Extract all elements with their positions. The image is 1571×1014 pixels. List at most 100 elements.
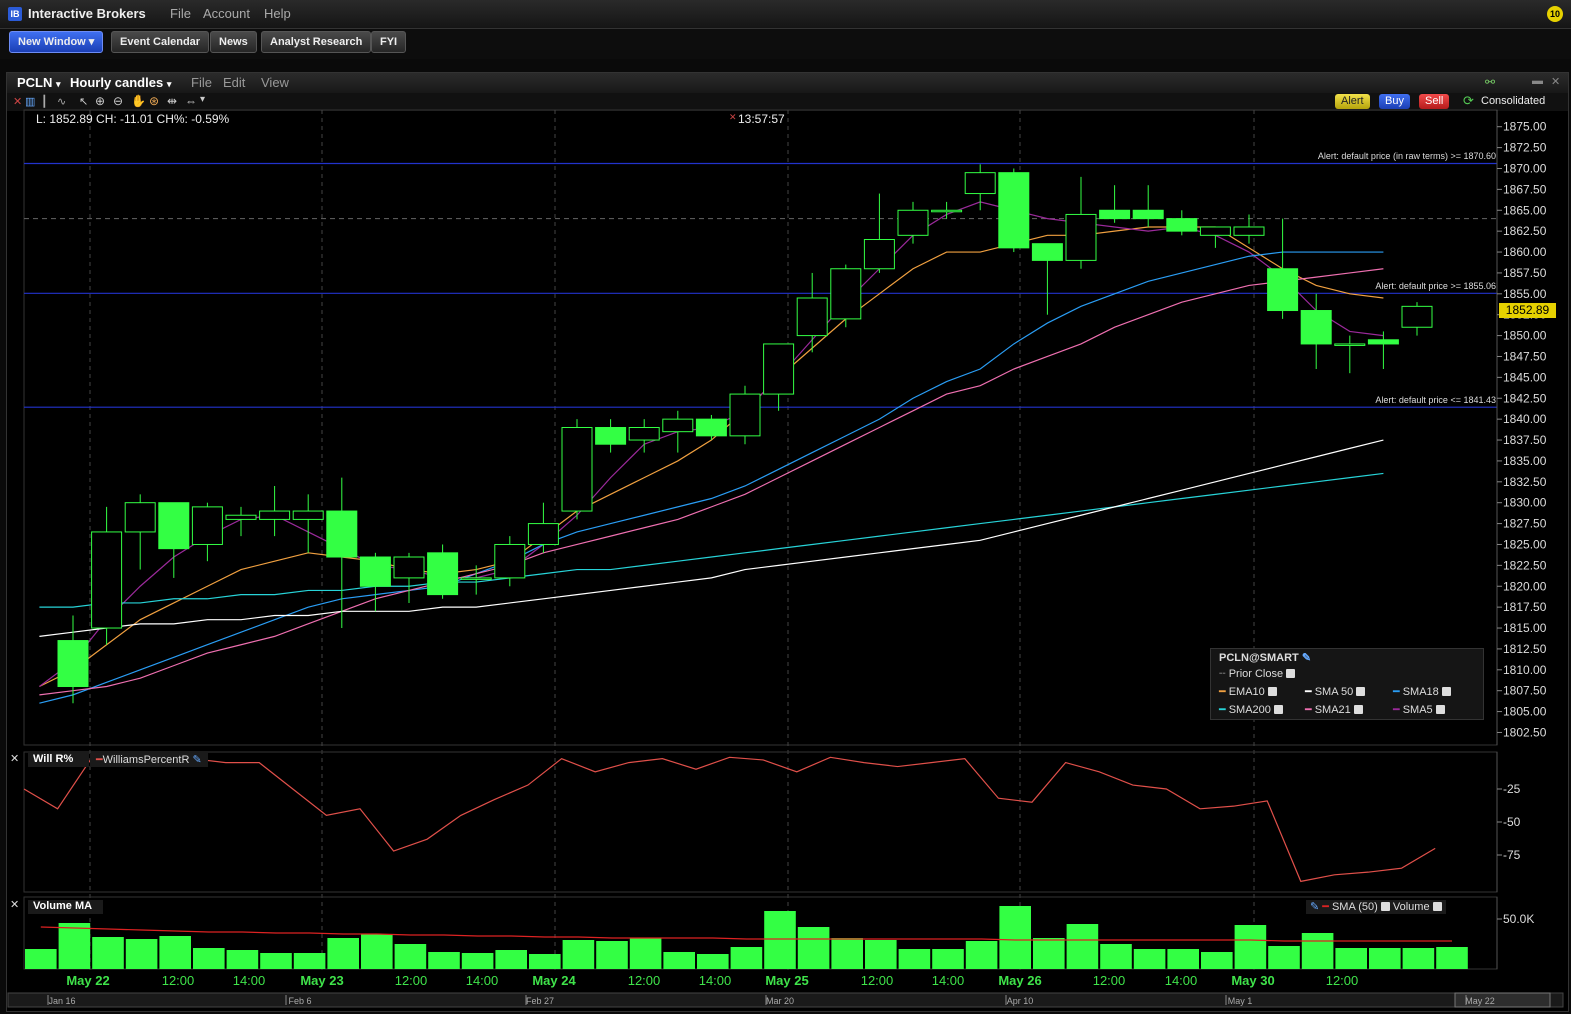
candle-icon[interactable]: ┃: [41, 95, 48, 108]
checkbox-icon[interactable]: [1286, 669, 1296, 678]
will-indicator-label: ━WilliamsPercentR ✎: [90, 753, 208, 767]
cursor-time: 13:57:57: [738, 112, 785, 126]
interval-label: Hourly candles: [70, 75, 164, 90]
main-toolbar: New Window ▾ Event Calendar News Analyst…: [0, 29, 1571, 59]
dashed-line-icon: ╌: [1219, 668, 1226, 680]
volume-close-icon[interactable]: ✕: [10, 898, 19, 911]
dropdown-arrow-icon: ▾: [88, 36, 95, 48]
consolidated-label[interactable]: Consolidated: [1481, 95, 1545, 107]
legend-sma5-label: SMA5: [1402, 704, 1433, 716]
wrench-icon[interactable]: ✎: [1302, 652, 1311, 664]
volume-legend: ✎ ━ SMA (50) Volume: [1306, 900, 1446, 914]
legend-sma200[interactable]: ━ SMA200: [1219, 703, 1283, 716]
line-swatch-icon: ━: [1305, 704, 1312, 716]
zoom-in-icon[interactable]: ⊕: [95, 94, 105, 108]
volume-volume-label: Volume: [1392, 901, 1430, 913]
legend-sma21[interactable]: ━ SMA21: [1305, 703, 1363, 716]
alert-label-3: Alert: default price <= 1841.43: [1375, 395, 1496, 405]
chart-menu-file[interactable]: File: [191, 75, 212, 90]
legend-sma5[interactable]: ━ SMA5: [1393, 703, 1445, 716]
minimize-icon[interactable]: ▬: [1532, 75, 1543, 87]
chart-header: PCLN ▾ Hourly candles ▾ File Edit View ⚯…: [7, 73, 1568, 93]
checkbox-icon[interactable]: [1273, 705, 1283, 714]
will-indicator-name: WilliamsPercentR: [102, 754, 190, 766]
line-swatch-icon: ━: [1219, 686, 1226, 698]
checkbox-icon[interactable]: [1380, 902, 1390, 911]
checkbox-icon[interactable]: [1267, 687, 1277, 696]
legend-title: PCLN@SMART ✎: [1219, 651, 1311, 664]
legend-title-text: PCLN@SMART: [1219, 652, 1299, 664]
fit-icon[interactable]: ⇔: [185, 94, 197, 108]
crosshair-icon[interactable]: ⊛: [149, 94, 159, 108]
chart-toolbar: ✕ ▥ ┃ ∿ ↖ ⊕ ⊖ ✋ ⊛ ⇹ ⇔ ▾ Alert Buy Sell ⟳…: [7, 93, 1568, 111]
volume-panel-title: Volume MA: [28, 900, 103, 914]
symbol-label: PCLN: [17, 75, 53, 90]
line-swatch-icon: ━: [1322, 901, 1329, 913]
legend-sma21-label: SMA21: [1314, 704, 1351, 716]
legend-sma18-label: SMA18: [1402, 686, 1439, 698]
checkbox-icon[interactable]: [1432, 902, 1442, 911]
new-window-label: New Window: [18, 36, 86, 48]
close-icon[interactable]: ✕: [13, 95, 22, 108]
wrench-icon[interactable]: ✎: [192, 754, 201, 766]
new-window-button[interactable]: New Window ▾: [9, 31, 104, 53]
event-calendar-button[interactable]: Event Calendar: [111, 31, 210, 53]
chevron-down-icon: ▾: [166, 79, 172, 89]
close-marker-icon: ✕: [729, 112, 737, 122]
bar-chart-icon[interactable]: ▥: [25, 95, 35, 108]
legend-sma50[interactable]: ━ SMA 50: [1305, 685, 1366, 698]
legend-prior-close[interactable]: ╌ Prior Close: [1219, 667, 1296, 680]
title-bar: IB Interactive Brokers File Account Help…: [0, 0, 1571, 29]
menu-help[interactable]: Help: [264, 6, 291, 21]
price-info-line: L: 1852.89 CH: -11.01 CH%: -0.59%: [36, 112, 230, 126]
cursor-icon[interactable]: ↖: [79, 95, 88, 108]
will-panel-title: Will R%: [28, 753, 89, 767]
app-title: Interactive Brokers: [28, 6, 146, 21]
close-window-icon[interactable]: ✕: [1551, 75, 1560, 88]
more-tools-icon[interactable]: ▾: [200, 94, 205, 105]
analyst-research-button[interactable]: Analyst Research: [261, 31, 372, 53]
indicator-legend: PCLN@SMART ✎ ╌ Prior Close ━ EMA10 ━ SMA…: [1210, 648, 1484, 720]
checkbox-icon[interactable]: [1356, 687, 1366, 696]
legend-prior-close-label: Prior Close: [1228, 668, 1284, 680]
alert-button[interactable]: Alert: [1335, 94, 1370, 109]
line-icon[interactable]: ∿: [57, 95, 66, 108]
checkbox-icon[interactable]: [1435, 705, 1445, 714]
chevron-down-icon: ▾: [56, 79, 61, 89]
line-swatch-icon: ━: [96, 754, 103, 766]
news-button[interactable]: News: [210, 31, 257, 53]
line-swatch-icon: ━: [1393, 686, 1400, 698]
line-swatch-icon: ━: [1393, 704, 1400, 716]
sell-button[interactable]: Sell: [1419, 94, 1450, 109]
legend-sma200-label: SMA200: [1228, 704, 1271, 716]
last-price-tag: 1852.89: [1499, 303, 1556, 318]
interval-selector[interactable]: Hourly candles ▾: [70, 75, 171, 90]
legend-ema10-label: EMA10: [1228, 686, 1265, 698]
chart-menu-view[interactable]: View: [261, 75, 289, 90]
chart-menu-edit[interactable]: Edit: [223, 75, 245, 90]
buy-button[interactable]: Buy: [1379, 94, 1410, 109]
refresh-icon[interactable]: ⟳: [1463, 93, 1474, 109]
notification-badge[interactable]: 10: [1547, 6, 1563, 22]
zoom-out-icon[interactable]: ⊖: [113, 94, 123, 108]
legend-sma18[interactable]: ━ SMA18: [1393, 685, 1451, 698]
alert-label-2: Alert: default price >= 1855.06: [1375, 281, 1496, 291]
legend-ema10[interactable]: ━ EMA10: [1219, 685, 1277, 698]
volume-sma-label: SMA (50): [1331, 901, 1378, 913]
fyi-button[interactable]: FYI: [371, 31, 407, 53]
menu-file[interactable]: File: [170, 6, 191, 21]
hand-icon[interactable]: ✋: [131, 94, 146, 108]
checkbox-icon[interactable]: [1441, 687, 1451, 696]
legend-sma50-label: SMA 50: [1314, 686, 1354, 698]
ib-logo-icon: IB: [8, 7, 22, 21]
wrench-icon[interactable]: ✎: [1310, 901, 1319, 913]
will-close-icon[interactable]: ✕: [10, 752, 19, 765]
line-swatch-icon: ━: [1305, 686, 1312, 698]
checkbox-icon[interactable]: [1353, 705, 1363, 714]
menu-account[interactable]: Account: [203, 6, 250, 21]
link-icon[interactable]: ⚯: [1485, 75, 1495, 89]
alert-label-1: Alert: default price (in raw terms) >= 1…: [1317, 151, 1496, 161]
pan-icon[interactable]: ⇹: [167, 94, 177, 108]
line-swatch-icon: ━: [1219, 704, 1226, 716]
symbol-selector[interactable]: PCLN ▾: [17, 75, 61, 90]
